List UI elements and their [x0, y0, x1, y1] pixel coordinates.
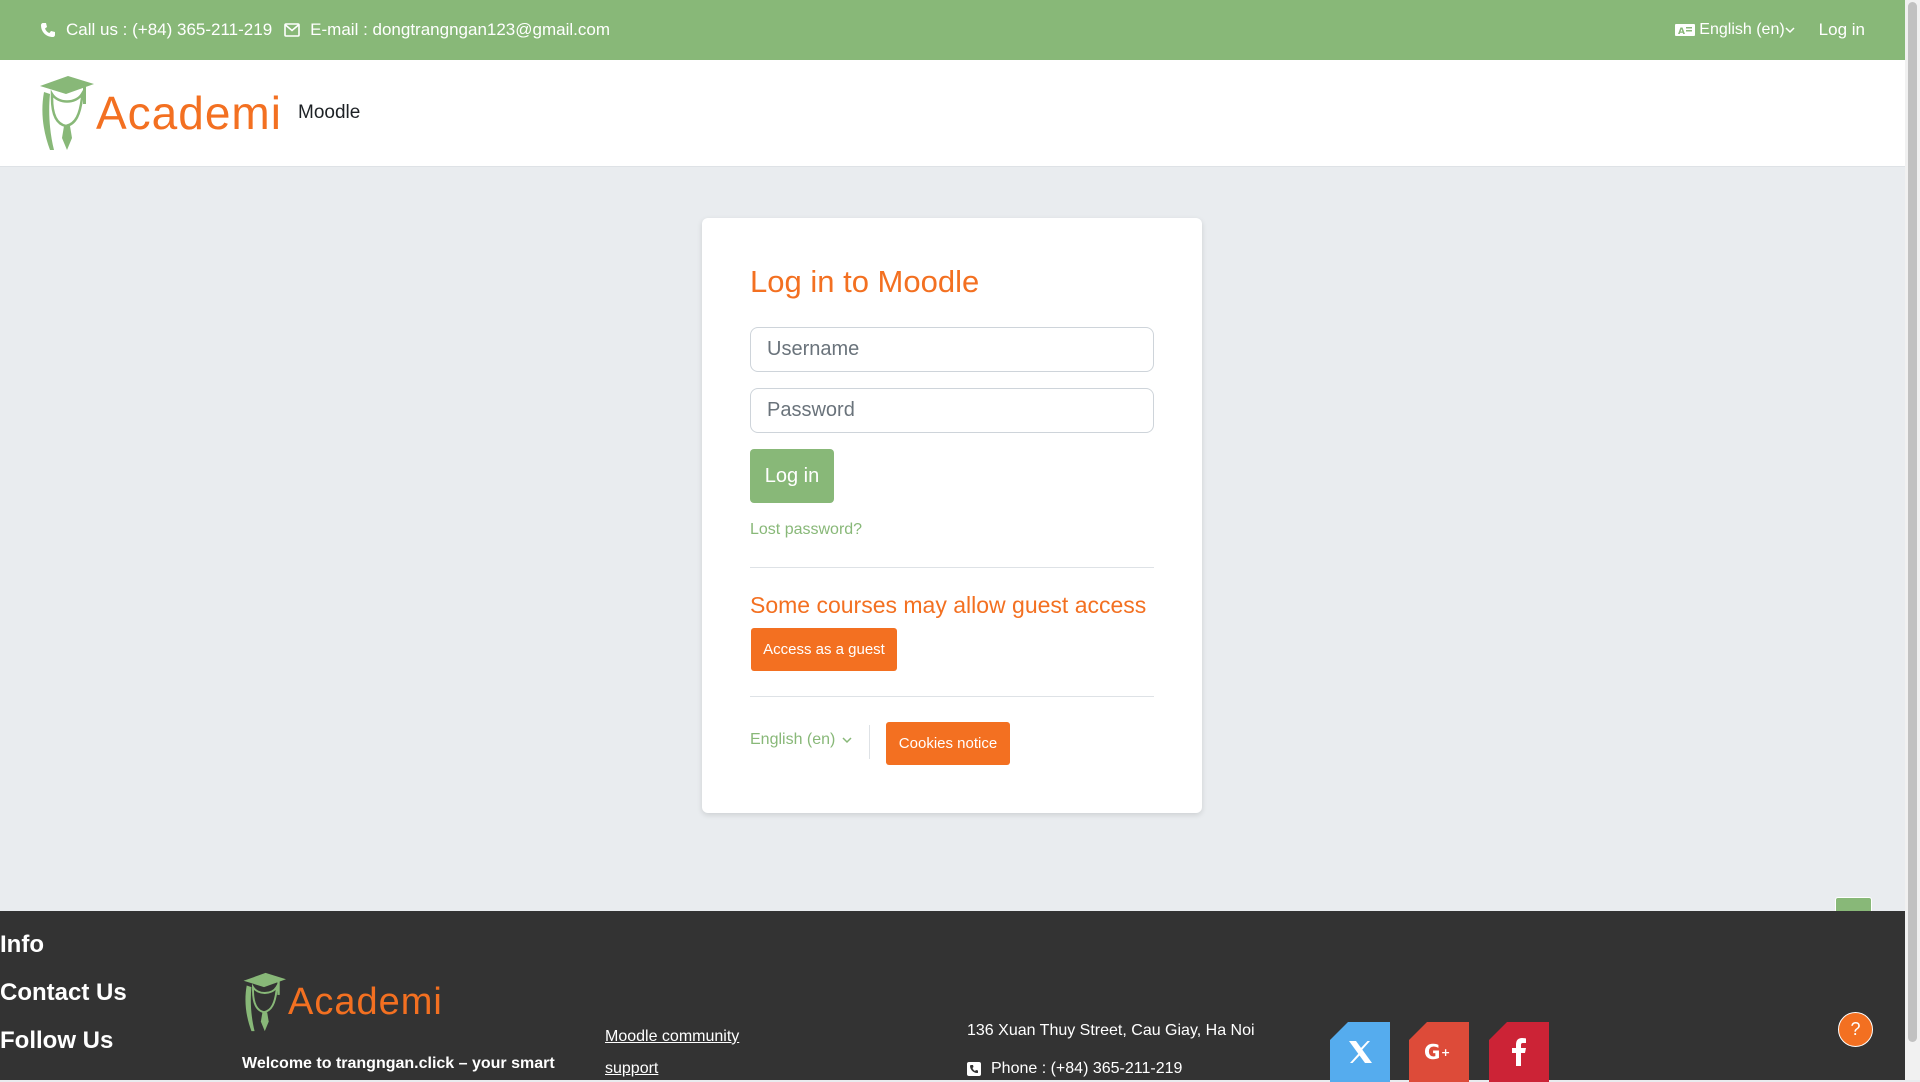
login-link[interactable]: Log in: [1819, 20, 1865, 40]
contact-info: Call us : (+84) 365-211-219 E-mail : don…: [40, 0, 622, 60]
password-input[interactable]: [750, 388, 1154, 433]
phone-contact: Call us : (+84) 365-211-219: [40, 20, 272, 40]
footer-logo[interactable]: Academi: [242, 971, 443, 1033]
logo-text: Academi: [96, 87, 282, 139]
language-menu[interactable]: A English (en): [1675, 21, 1798, 39]
google-plus-icon: G +: [1424, 1042, 1450, 1062]
facebook-button[interactable]: [1489, 1022, 1549, 1082]
chevron-down-icon: [842, 737, 852, 744]
svg-text:A: A: [1678, 27, 1685, 37]
guest-access-heading: Some courses may allow guest access: [750, 592, 1147, 618]
phone-icon: [41, 23, 55, 37]
svg-text:+: +: [1441, 1046, 1450, 1059]
site-footer: Academi Welcome to trangngan.click – you…: [0, 911, 1905, 1082]
footer-phone-text: Phone : (+84) 365-211-219: [991, 1060, 1183, 1077]
graduate-logo-icon: [40, 76, 94, 150]
phone-square-icon: [967, 1062, 981, 1076]
phone-text: Call us : (+84) 365-211-219: [66, 20, 273, 39]
svg-text:G: G: [1424, 1042, 1440, 1062]
top-bar: Call us : (+84) 365-211-219 E-mail : don…: [0, 0, 1905, 60]
language-icon: A: [1675, 24, 1696, 37]
login-title: Log in to Moodle: [750, 264, 980, 299]
language-selector-label: English (en): [750, 731, 836, 748]
envelope-icon: [284, 23, 300, 37]
language-selector[interactable]: English (en): [750, 731, 852, 749]
page-scrollbar[interactable]: [1905, 0, 1920, 1080]
email-contact: E-mail : dongtrangngan123@gmail.com: [284, 20, 610, 40]
cookies-notice-button[interactable]: Cookies notice: [886, 722, 1010, 765]
help-button[interactable]: ?: [1838, 1012, 1873, 1047]
login-card: Log in to Moodle Log in Lost password? S…: [702, 218, 1202, 813]
username-input[interactable]: [750, 327, 1154, 372]
footer-logo-text: Academi: [288, 980, 443, 1023]
scrollbar-thumb[interactable]: [1908, 2, 1917, 1042]
top-bar-actions: A English (en) Log in: [1675, 0, 1865, 60]
divider: [750, 567, 1154, 568]
info-heading: Info: [0, 930, 44, 958]
footer-phone: Phone : (+84) 365-211-219: [967, 1060, 1182, 1078]
email-text: E-mail : dongtrangngan123@gmail.com: [310, 20, 610, 39]
chevron-down-icon: [1785, 27, 1795, 34]
support-link[interactable]: support: [605, 1060, 658, 1078]
site-name[interactable]: Moodle: [298, 102, 360, 124]
footer-welcome-text: Welcome to trangngan.click – your smart: [242, 1055, 555, 1072]
lost-password-link[interactable]: Lost password?: [750, 521, 862, 539]
google-plus-button[interactable]: G +: [1409, 1022, 1469, 1082]
divider: [750, 696, 1154, 697]
vertical-separator: [869, 725, 870, 759]
moodle-community-link[interactable]: Moodle community: [605, 1028, 739, 1046]
twitter-x-icon: [1349, 1041, 1372, 1063]
facebook-icon: [1512, 1038, 1526, 1066]
site-logo[interactable]: Academi: [38, 74, 282, 152]
language-label: English (en): [1699, 21, 1785, 38]
guest-access-button[interactable]: Access as a guest: [751, 628, 897, 671]
login-button[interactable]: Log in: [750, 449, 834, 503]
site-header: Academi Moodle: [0, 60, 1905, 167]
graduate-logo-icon: [243, 972, 286, 1032]
footer-address: 136 Xuan Thuy Street, Cau Giay, Ha Noi: [967, 1022, 1255, 1039]
twitter-button[interactable]: [1330, 1022, 1390, 1082]
